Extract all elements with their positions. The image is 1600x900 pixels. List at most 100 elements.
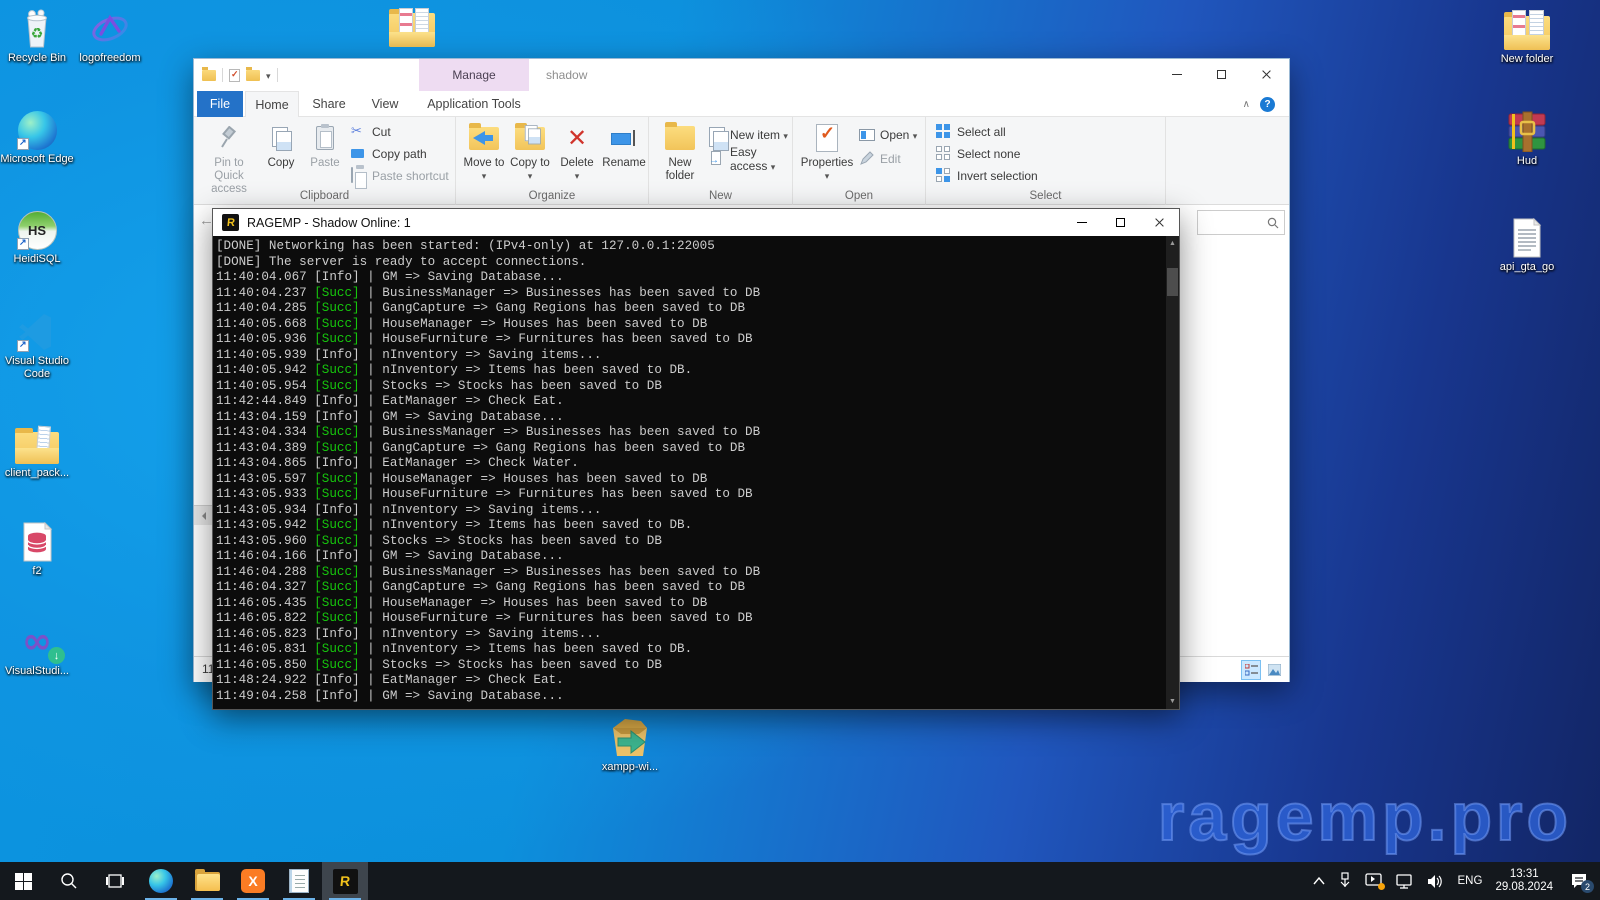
language-indicator[interactable]: ENG: [1458, 875, 1483, 887]
help-icon[interactable]: ?: [1260, 97, 1275, 112]
properties-button[interactable]: Properties: [799, 121, 855, 183]
collapse-ribbon-icon[interactable]: ∧: [1243, 99, 1250, 110]
scroll-down-icon[interactable]: ▼: [1166, 694, 1179, 709]
copy-to-button[interactable]: Copy to: [508, 121, 552, 183]
group-label: Organize: [456, 190, 648, 202]
new-folder-button[interactable]: New folder: [656, 121, 704, 183]
desktop-icon-visualstudio-installer[interactable]: ∞ ↓ VisualStudi...: [0, 618, 77, 678]
desktop-icon-logofreedom[interactable]: logofreedom: [70, 5, 150, 65]
details-view-button[interactable]: [1241, 660, 1261, 680]
paste-button[interactable]: Paste: [304, 121, 346, 170]
taskbar-ragemp-button[interactable]: R: [322, 862, 368, 900]
watermark: ragemp.pro: [1158, 778, 1572, 856]
desktop-icon-new-folder[interactable]: New folder: [1487, 6, 1567, 66]
copy-path-button[interactable]: Copy path: [351, 144, 427, 164]
select-all-button[interactable]: Select all: [936, 122, 1006, 142]
copy-button[interactable]: Copy: [260, 121, 302, 170]
edit-button[interactable]: Edit: [859, 149, 901, 169]
close-button[interactable]: [1244, 59, 1289, 90]
tab-home[interactable]: Home: [245, 91, 299, 117]
icon-label: New folder: [1487, 53, 1567, 66]
desktop-icon-hud[interactable]: Hud: [1487, 108, 1567, 168]
console-close-button[interactable]: [1140, 209, 1179, 236]
windows-logo-icon: [15, 873, 32, 890]
search-input[interactable]: [1197, 210, 1285, 235]
tab-view[interactable]: View: [359, 91, 411, 117]
delete-button[interactable]: ✕ Delete: [556, 121, 598, 183]
properties-dropdown-icon: [825, 170, 830, 183]
separator: [277, 68, 278, 82]
scroll-up-icon[interactable]: ▲: [1166, 236, 1179, 251]
folder-icon[interactable]: [202, 70, 216, 81]
explorer-titlebar[interactable]: Manage shadow: [194, 59, 1289, 91]
taskbar-explorer-button[interactable]: [184, 862, 230, 900]
rename-icon: [611, 121, 637, 155]
desktop-icon-edge[interactable]: Microsoft Edge: [0, 106, 77, 166]
ragemp-icon: R: [222, 214, 239, 231]
invert-selection-button[interactable]: Invert selection: [936, 166, 1038, 186]
select-none-icon: [936, 146, 952, 162]
open-button[interactable]: Open: [859, 125, 917, 145]
easy-access-button[interactable]: → Easy access: [709, 149, 792, 169]
paste-shortcut-button[interactable]: Paste shortcut: [351, 166, 449, 186]
taskbar-xampp-button[interactable]: X: [230, 862, 276, 900]
icon-label: api_gta_go: [1487, 261, 1567, 274]
start-button[interactable]: [0, 862, 46, 900]
console-line: 11:46:04.166 [Info] | GM => Saving Datab…: [216, 549, 1165, 565]
console-line: 11:43:05.934 [Info] | nInventory => Savi…: [216, 503, 1165, 519]
usb-icon[interactable]: [1338, 872, 1352, 890]
tab-file[interactable]: File: [197, 91, 243, 117]
properties-icon[interactable]: [229, 69, 240, 82]
move-to-button[interactable]: Move to: [462, 121, 506, 183]
scrollbar-thumb[interactable]: [1167, 268, 1178, 296]
shortcut-arrow-icon: [17, 340, 29, 352]
new-item-button[interactable]: New item: [709, 125, 788, 145]
desktop-icon-f2[interactable]: f2: [0, 518, 77, 578]
select-none-button[interactable]: Select none: [936, 144, 1020, 164]
network-icon[interactable]: [1396, 874, 1414, 889]
icon-label: Microsoft Edge: [0, 153, 77, 166]
quick-access-toolbar: [194, 66, 278, 84]
task-view-button[interactable]: [92, 862, 138, 900]
desktop-icon-folder-top[interactable]: [372, 3, 452, 50]
new-folder-icon[interactable]: [246, 70, 260, 81]
desktop-icon-vscode[interactable]: Visual Studio Code: [0, 308, 77, 381]
desktop-icon-recycle-bin[interactable]: ♻ Recycle Bin: [0, 5, 77, 65]
minimize-button[interactable]: [1154, 59, 1199, 90]
hidden-icons-chevron[interactable]: [1313, 877, 1325, 885]
action-center-icon[interactable]: 2: [1570, 873, 1588, 889]
pin-to-quick-access-button[interactable]: Pin to Quick access: [200, 121, 258, 196]
tab-share[interactable]: Share: [301, 91, 357, 117]
ribbon-group-organize: Move to Copy to ✕ Delete Rename: [456, 117, 649, 205]
console-line: [DONE] Networking has been started: (IPv…: [216, 239, 1165, 255]
desktop-icon-heidisql[interactable]: HS HeidiSQL: [0, 206, 77, 266]
tab-application-tools[interactable]: Application Tools: [419, 91, 529, 117]
console-maximize-button[interactable]: [1101, 209, 1140, 236]
desktop-icon-api-gta-go[interactable]: api_gta_go: [1487, 214, 1567, 274]
volume-icon[interactable]: [1427, 874, 1445, 889]
search-button[interactable]: [46, 862, 92, 900]
vscode-icon: [0, 308, 77, 352]
console-line: 11:46:05.850 [Succ] | Stocks => Stocks h…: [216, 658, 1165, 674]
horizontal-scrollbar-fragment[interactable]: [194, 505, 213, 525]
ribbon: Pin to Quick access Copy Paste ✂ Cut Cop…: [194, 117, 1289, 205]
cast-icon[interactable]: [1365, 873, 1383, 889]
winrar-archive-icon: [1487, 108, 1567, 152]
console-titlebar[interactable]: R RAGEMP - Shadow Online: 1: [213, 209, 1179, 236]
console-minimize-button[interactable]: [1062, 209, 1101, 236]
desktop-icon-client-pack[interactable]: client_pack...: [0, 420, 77, 480]
ribbon-group-open: Properties Open Edit Open: [793, 117, 926, 205]
taskbar-edge-button[interactable]: [138, 862, 184, 900]
maximize-button[interactable]: [1199, 59, 1244, 90]
recycle-bin-icon: ♻: [0, 5, 77, 49]
console-scrollbar[interactable]: ▲ ▼: [1166, 236, 1179, 709]
console-line: 11:40:04.067 [Info] | GM => Saving Datab…: [216, 270, 1165, 286]
qat-dropdown-icon[interactable]: [266, 66, 271, 84]
taskbar-notepad-button[interactable]: [276, 862, 322, 900]
rename-button[interactable]: Rename: [600, 121, 648, 170]
console-line: 11:43:05.960 [Succ] | Stocks => Stocks h…: [216, 534, 1165, 550]
clock[interactable]: 13:31 29.08.2024: [1495, 868, 1553, 894]
thumbnail-view-button[interactable]: [1264, 660, 1284, 680]
desktop-icon-xampp-installer[interactable]: xampp-wi...: [590, 714, 670, 774]
cut-button[interactable]: ✂ Cut: [351, 122, 391, 142]
